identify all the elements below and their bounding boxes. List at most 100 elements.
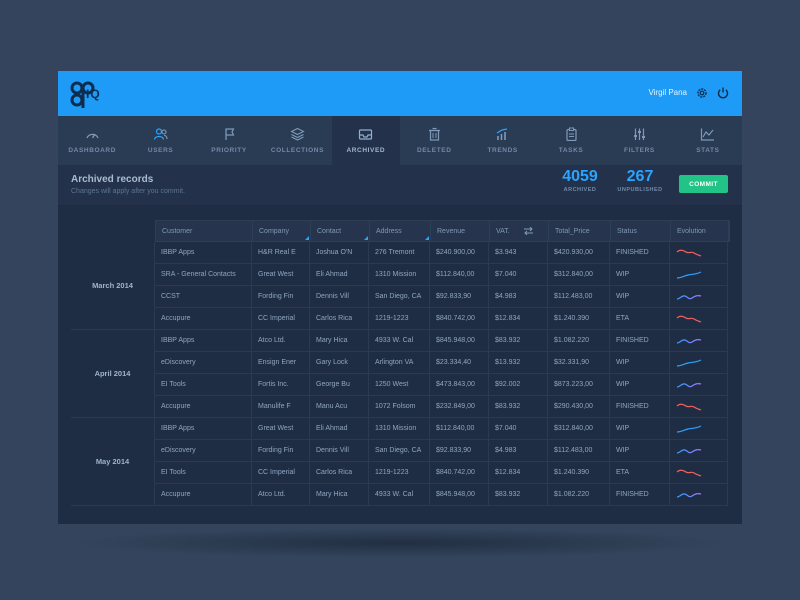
cell-vat: $92.002 [489, 374, 548, 395]
cell-status: WIP [610, 352, 670, 373]
sparkline-path [676, 270, 702, 279]
flag-icon [224, 128, 234, 140]
resize-handle-icon[interactable] [425, 236, 429, 240]
column-header-label: Revenue [437, 227, 466, 235]
cell-address: Arlington VA [369, 352, 430, 373]
cell-evolution [670, 308, 728, 329]
cell-total: $112.483,00 [548, 440, 610, 461]
sparkline-path [676, 338, 702, 344]
column-header[interactable]: Company [253, 221, 311, 241]
cell-contact: Carlos Rica [310, 462, 369, 483]
tab-priority[interactable]: PRIORITY [195, 116, 263, 165]
column-header[interactable]: Evolution [671, 221, 729, 241]
table-row[interactable]: Accupure Manulife F Manu Acu 1072 Folsom $23… [155, 396, 728, 418]
tab-label: PRIORITY [211, 147, 247, 154]
column-header[interactable]: Contact [311, 221, 370, 241]
tab-label: STATS [696, 147, 720, 154]
column-header[interactable]: Customer [156, 221, 253, 241]
swap-icon[interactable] [523, 227, 533, 235]
cell-status: FINISHED [610, 484, 670, 505]
records-table: March 2014 April 2014 May 2014 Customer Com… [58, 206, 742, 524]
users-icon [154, 128, 168, 140]
tab-dashboard[interactable]: DASHBOARD [58, 116, 126, 165]
cell-contact: George Bu [310, 374, 369, 395]
cell-customer: IBBP Apps [155, 418, 252, 439]
cell-customer: IBBP Apps [155, 242, 252, 263]
table-row[interactable]: IBBP Apps H&R Real E Joshua O'N 276 Tremont… [155, 242, 728, 264]
sparkline-path [676, 469, 702, 477]
unpublished-stat: 267 UNPUBLISHED [615, 168, 665, 193]
table-row[interactable]: Accupure CC Imperial Carlos Rica 1219-1223 $… [155, 308, 728, 330]
cell-vat: $83.932 [489, 330, 548, 351]
table-row[interactable]: IBBP Apps Great West Eli Ahmad 1310 Mission… [155, 418, 728, 440]
cell-status: ETA [610, 462, 670, 483]
cell-company: Fortis Inc. [252, 374, 310, 395]
table-row[interactable]: eDiscovery Ensign Ener Gary Lock Arlington … [155, 352, 728, 374]
table-row[interactable]: EI Tools CC Imperial Carlos Rica 1219-1223 $… [155, 462, 728, 484]
cell-status: WIP [610, 286, 670, 307]
tab-tasks[interactable]: TASKS [537, 116, 605, 165]
tab-archived[interactable]: ARCHIVED [331, 116, 401, 165]
power-icon[interactable] [716, 86, 730, 100]
cell-address: 4933 W. Cal [369, 330, 430, 351]
tab-label: FILTERS [624, 147, 655, 154]
commit-button[interactable]: COMMIT [679, 175, 728, 193]
cell-revenue: $845.948,00 [430, 330, 489, 351]
column-header[interactable]: Revenue [431, 221, 490, 241]
unpublished-label: UNPUBLISHED [617, 187, 663, 193]
cell-status: WIP [610, 418, 670, 439]
cell-contact: Dennis Vill [310, 440, 369, 461]
table-row[interactable]: Accupure Atco Ltd. Mary Hica 4933 W. Cal $84… [155, 484, 728, 506]
column-header[interactable]: Total_Price [549, 221, 611, 241]
cell-company: Manulife F [252, 396, 310, 417]
cell-vat: $12.834 [489, 308, 548, 329]
page-subtitle: Changes will apply after you commit. [71, 188, 185, 195]
gear-icon[interactable] [695, 86, 709, 100]
cell-address: 1072 Folsom [369, 396, 430, 417]
cell-customer: SRA - General Contacts [155, 264, 252, 285]
cell-company: Great West [252, 418, 310, 439]
table-header: Customer Company Contact Address Revenue VAT.… [155, 220, 730, 242]
cell-company: Atco Ltd. [252, 330, 310, 351]
table-row[interactable]: EI Tools Fortis Inc. George Bu 1250 West $47… [155, 374, 728, 396]
sparkline-wave [676, 492, 702, 498]
resize-handle-icon[interactable] [305, 236, 309, 240]
table-row[interactable]: CCST Fording Fin Dennis Vill San Diego, CA $… [155, 286, 728, 308]
cell-revenue: $23.334,40 [430, 352, 489, 373]
sparkline-path [676, 448, 702, 454]
archived-count: 4059 [562, 168, 598, 185]
column-header[interactable]: VAT. [490, 221, 549, 241]
tab-label: COLLECTIONS [270, 147, 325, 154]
tab-stats[interactable]: STATS [674, 116, 742, 165]
column-header[interactable]: Address [370, 221, 431, 241]
user-name[interactable]: Virgil Pana [648, 88, 687, 97]
table-row[interactable]: IBBP Apps Atco Ltd. Mary Hica 4933 W. Cal $8… [155, 330, 728, 352]
cell-revenue: $845.948,00 [430, 484, 489, 505]
tab-label: DELETED [416, 147, 452, 154]
tab-filters[interactable]: FILTERS [605, 116, 673, 165]
sparkline-path [676, 403, 702, 411]
sparkline-path [676, 294, 702, 300]
table-row[interactable]: SRA - General Contacts Great West Eli Ahma… [155, 264, 728, 286]
table-row[interactable]: eDiscovery Fording Fin Dennis Vill San Dieg… [155, 440, 728, 462]
column-header[interactable]: Status [611, 221, 671, 241]
archived-stat: 4059 ARCHIVED [555, 168, 605, 193]
summary-bar: Archived records Changes will apply afte… [58, 165, 742, 206]
tab-collections[interactable]: COLLECTIONS [263, 116, 331, 165]
tab-trends[interactable]: TRENDS [468, 116, 536, 165]
cell-address: 1219-1223 [369, 462, 430, 483]
tab-deleted[interactable]: DELETED [400, 116, 468, 165]
cell-total: $312.840,00 [548, 264, 610, 285]
trash-icon [428, 127, 440, 141]
cell-vat: $7.040 [489, 264, 548, 285]
tab-label: ARCHIVED [346, 147, 386, 154]
tab-users[interactable]: USERS [126, 116, 194, 165]
group-label: April 2014 [71, 330, 155, 418]
column-header-label: Company [259, 227, 289, 235]
header-bar: IQ Virgil Pana [58, 71, 742, 116]
cell-contact: Carlos Rica [310, 308, 369, 329]
cell-address: 1219-1223 [369, 308, 430, 329]
cell-status: ETA [610, 308, 670, 329]
resize-handle-icon[interactable] [364, 236, 368, 240]
column-header-label: Total_Price [555, 227, 590, 235]
